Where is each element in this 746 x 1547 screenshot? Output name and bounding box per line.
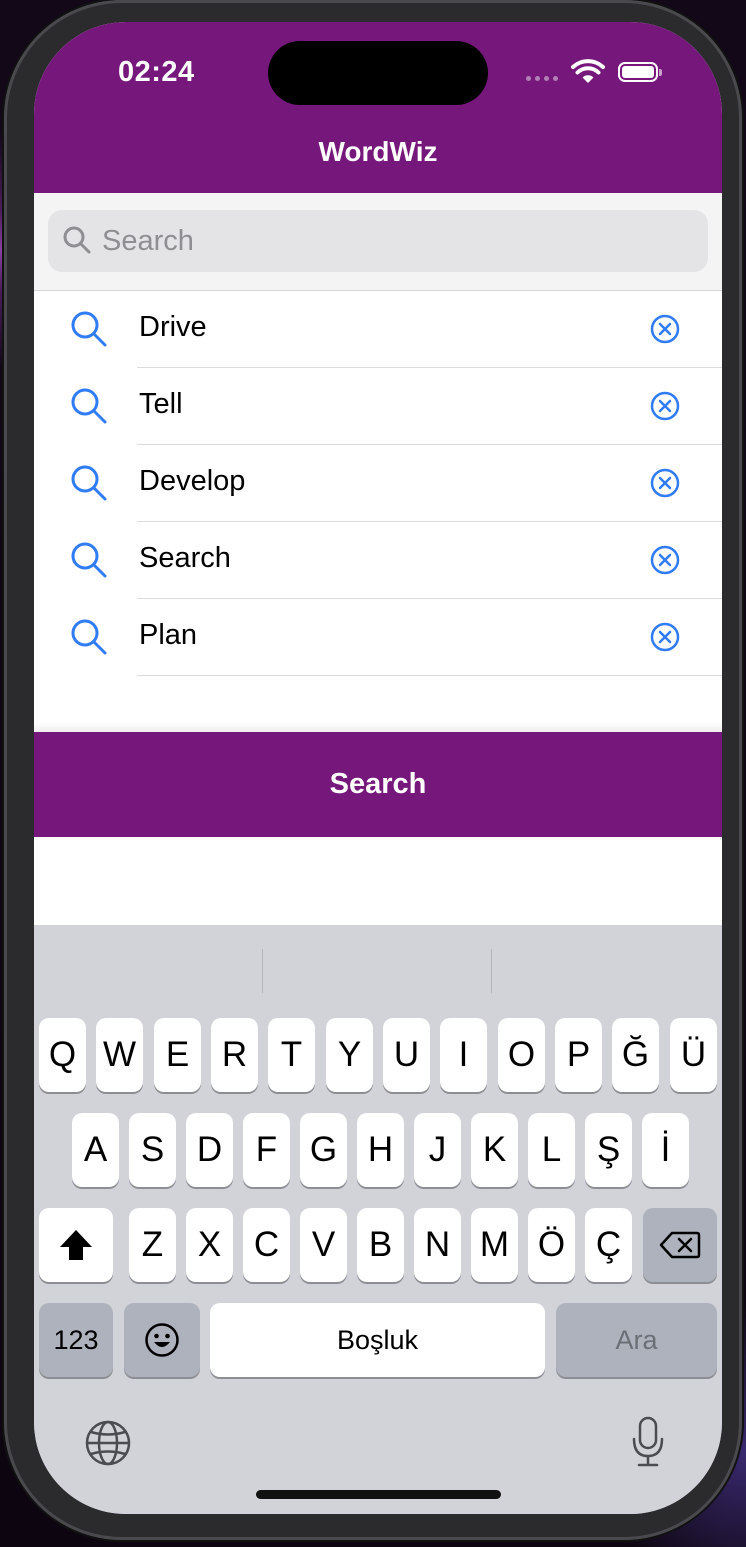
- emoji-key[interactable]: [124, 1303, 200, 1377]
- key-t[interactable]: T: [268, 1018, 315, 1092]
- list-item-label: Search: [139, 542, 231, 574]
- key-n[interactable]: N: [414, 1208, 461, 1282]
- recent-search-list: Drive Tell Develop Search Plan: [34, 291, 722, 676]
- globe-icon[interactable]: [84, 1419, 132, 1467]
- key-r[interactable]: R: [211, 1018, 258, 1092]
- shift-icon: [60, 1230, 92, 1260]
- dynamic-island: [268, 41, 488, 105]
- list-item[interactable]: Develop: [34, 445, 722, 522]
- suggestion-divider: [262, 949, 263, 993]
- page-title: WordWiz: [318, 136, 438, 167]
- search-icon: [71, 542, 107, 578]
- divider: [137, 675, 722, 676]
- clear-icon[interactable]: [650, 468, 680, 498]
- space-key[interactable]: Boşluk: [210, 1303, 545, 1377]
- return-key[interactable]: Ara: [556, 1303, 717, 1377]
- key-j[interactable]: J: [414, 1113, 461, 1187]
- key-z[interactable]: Z: [129, 1208, 176, 1282]
- search-button[interactable]: Search: [34, 732, 722, 837]
- keyboard: Q W E R T Y U I O P Ğ Ü A S D F G H J K …: [34, 925, 722, 1514]
- search-icon: [71, 465, 107, 501]
- shift-key[interactable]: [39, 1208, 113, 1282]
- navigation-bar: 02:24 WordWiz: [34, 22, 722, 193]
- key-i[interactable]: I: [440, 1018, 487, 1092]
- key-x[interactable]: X: [186, 1208, 233, 1282]
- search-icon: [71, 619, 107, 655]
- clear-icon[interactable]: [650, 622, 680, 652]
- key-b[interactable]: B: [357, 1208, 404, 1282]
- list-item[interactable]: Tell: [34, 368, 722, 445]
- list-item[interactable]: Plan: [34, 599, 722, 676]
- key-a[interactable]: A: [72, 1113, 119, 1187]
- cellular-signal-icon: [526, 76, 558, 81]
- key-d[interactable]: D: [186, 1113, 233, 1187]
- delete-icon: [659, 1231, 701, 1259]
- microphone-icon[interactable]: [630, 1415, 666, 1469]
- key-s-cedilla[interactable]: Ş: [585, 1113, 632, 1187]
- screen: 02:24 WordWiz Search Drive Tell Develop …: [34, 22, 722, 1514]
- list-item-label: Develop: [139, 465, 246, 497]
- key-u[interactable]: U: [383, 1018, 430, 1092]
- key-e[interactable]: E: [154, 1018, 201, 1092]
- key-m[interactable]: M: [471, 1208, 518, 1282]
- suggestion-divider: [491, 949, 492, 993]
- list-item[interactable]: Search: [34, 522, 722, 599]
- list-item-label: Plan: [139, 619, 198, 651]
- delete-key[interactable]: [643, 1208, 717, 1282]
- key-c-cedilla[interactable]: Ç: [585, 1208, 632, 1282]
- key-c[interactable]: C: [243, 1208, 290, 1282]
- key-u-umlaut[interactable]: Ü: [670, 1018, 717, 1092]
- search-input[interactable]: [102, 210, 692, 272]
- numbers-key[interactable]: 123: [39, 1303, 113, 1377]
- search-icon: [71, 388, 107, 424]
- emoji-icon: [145, 1323, 179, 1357]
- wifi-icon: [571, 59, 605, 83]
- key-i-dotted[interactable]: İ: [642, 1113, 689, 1187]
- key-p[interactable]: P: [555, 1018, 602, 1092]
- key-g[interactable]: G: [300, 1113, 347, 1187]
- key-q[interactable]: Q: [39, 1018, 86, 1092]
- key-h[interactable]: H: [357, 1113, 404, 1187]
- status-time: 02:24: [118, 56, 195, 88]
- key-f[interactable]: F: [243, 1113, 290, 1187]
- key-w[interactable]: W: [96, 1018, 143, 1092]
- key-y[interactable]: Y: [326, 1018, 373, 1092]
- search-bar: [34, 193, 722, 291]
- key-s[interactable]: S: [129, 1113, 176, 1187]
- list-item-label: Tell: [139, 388, 183, 420]
- battery-icon: [618, 62, 662, 82]
- list-item-label: Drive: [139, 311, 207, 343]
- key-o-umlaut[interactable]: Ö: [528, 1208, 575, 1282]
- search-icon: [71, 311, 107, 347]
- clear-icon[interactable]: [650, 314, 680, 344]
- clear-icon[interactable]: [650, 391, 680, 421]
- key-v[interactable]: V: [300, 1208, 347, 1282]
- home-indicator[interactable]: [256, 1490, 501, 1499]
- key-k[interactable]: K: [471, 1113, 518, 1187]
- key-g-breve[interactable]: Ğ: [612, 1018, 659, 1092]
- search-icon: [63, 226, 91, 254]
- clear-icon[interactable]: [650, 545, 680, 575]
- list-item[interactable]: Drive: [34, 291, 722, 368]
- key-o[interactable]: O: [498, 1018, 545, 1092]
- device-frame: 02:24 WordWiz Search Drive Tell Develop …: [4, 0, 742, 1540]
- search-field[interactable]: [48, 210, 708, 272]
- key-l[interactable]: L: [528, 1113, 575, 1187]
